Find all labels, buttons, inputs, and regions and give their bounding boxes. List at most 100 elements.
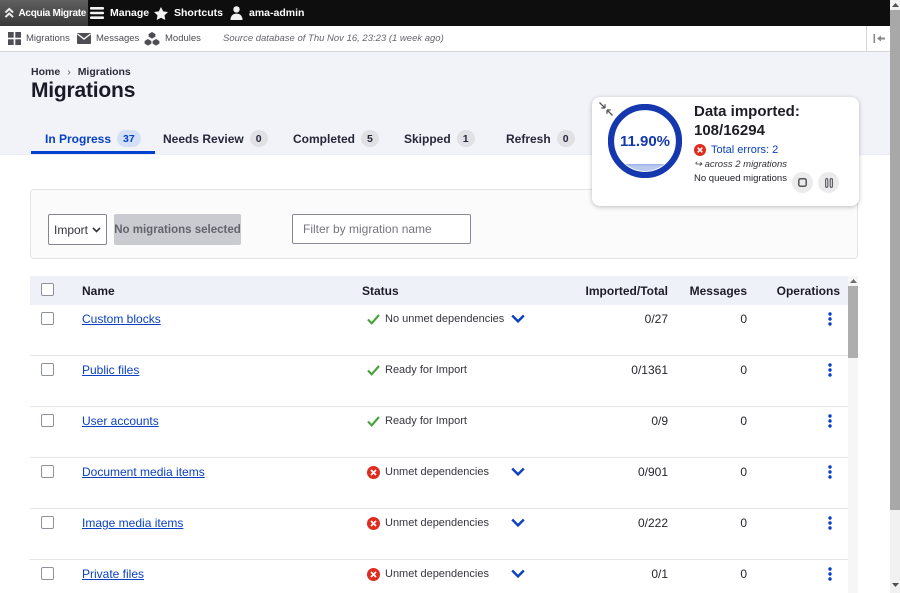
status-cell: Ready for Import	[367, 412, 467, 430]
operations-kebab-button[interactable]	[823, 565, 837, 583]
select-all-checkbox[interactable]	[41, 283, 54, 296]
kebab-icon	[828, 363, 832, 377]
status-expand-toggle[interactable]	[511, 518, 525, 527]
operations-kebab-button[interactable]	[823, 412, 837, 430]
across-migrations-label: across 2 migrations	[705, 159, 787, 170]
tab-in-progress[interactable]: In Progress 37	[31, 123, 155, 154]
chevron-down-icon	[511, 569, 525, 578]
status-cell: Unmet dependencies	[367, 463, 489, 481]
migration-name-link[interactable]: Private files	[82, 567, 144, 581]
table-row: Document media items Unmet dependencies …	[30, 458, 848, 509]
page-title: Migrations	[31, 78, 135, 104]
messages-cell: 0	[740, 465, 747, 479]
table-scrollbar[interactable]	[848, 276, 858, 593]
data-imported-line2: 108/16294	[694, 121, 800, 140]
page-scrollbar[interactable]	[890, 0, 900, 593]
data-imported-title: Data imported: 108/16294	[694, 102, 800, 140]
page-scrollbar-thumb[interactable]	[890, 10, 900, 510]
brand-label: Acquia Migrate	[19, 8, 86, 19]
toolbar-item-manage[interactable]: Manage	[90, 0, 149, 26]
row-checkbox[interactable]	[41, 312, 54, 325]
status-label: Unmet dependencies	[385, 568, 489, 580]
total-errors-link[interactable]: Total errors: 2	[711, 144, 778, 156]
operations-kebab-button[interactable]	[823, 463, 837, 481]
stop-button[interactable]	[792, 172, 813, 193]
toolbar-item-modules[interactable]: Modules	[144, 26, 201, 51]
migration-name-link[interactable]: Document media items	[82, 465, 205, 479]
toolbar-item-shortcuts[interactable]: Shortcuts	[154, 0, 223, 26]
across-migrations-note: ↪ across 2 migrations	[694, 159, 800, 170]
row-checkbox[interactable]	[41, 567, 54, 580]
tab-completed[interactable]: Completed 5	[279, 123, 393, 154]
status-expand-toggle[interactable]	[511, 314, 525, 323]
error-icon	[367, 568, 380, 581]
toolbar-item-label: Messages	[96, 33, 139, 44]
toolbar-item-label: ama-admin	[249, 7, 304, 19]
row-checkbox[interactable]	[41, 363, 54, 376]
migration-filter-input[interactable]	[292, 214, 471, 244]
row-checkbox[interactable]	[41, 465, 54, 478]
toolbar-item-user[interactable]: ama-admin	[230, 0, 304, 26]
user-icon	[230, 6, 243, 20]
migration-name-link[interactable]: Image media items	[82, 516, 183, 530]
tab-label: Completed	[293, 132, 355, 146]
pause-button[interactable]	[818, 172, 839, 193]
tab-label: Needs Review	[163, 132, 244, 146]
import-button[interactable]: Import	[48, 214, 107, 245]
status-label: Unmet dependencies	[385, 517, 489, 529]
status-label: Ready for Import	[385, 415, 467, 427]
migration-name-cell: User accounts	[82, 414, 159, 428]
breadcrumb-current: Migrations	[78, 66, 131, 78]
error-icon	[694, 144, 706, 156]
toolbar-item-label: Shortcuts	[174, 7, 223, 19]
row-checkbox[interactable]	[41, 516, 54, 529]
migration-name-link[interactable]: Custom blocks	[82, 312, 161, 326]
toolbar-item-messages[interactable]: Messages	[77, 26, 139, 51]
imported-total-cell: 0/222	[638, 516, 668, 530]
toolbar-orientation-toggle[interactable]	[866, 26, 890, 51]
table-row: User accounts Ready for Import 0/9 0	[30, 407, 848, 458]
breadcrumb-home-link[interactable]: Home	[31, 66, 60, 78]
orientation-icon	[873, 34, 885, 43]
migration-name-cell: Document media items	[82, 465, 205, 479]
secondary-toolbar: Migrations Messages Modules Source datab…	[0, 26, 890, 52]
execution-controls	[792, 172, 839, 193]
brand-home-button[interactable]: Acquia Migrate	[0, 0, 88, 26]
tab-count-badge: 37	[117, 130, 141, 147]
mail-icon	[77, 33, 91, 44]
tab-needs-review[interactable]: Needs Review 0	[149, 123, 282, 154]
column-header-name: Name	[82, 284, 115, 298]
column-header-imported: Imported/Total	[586, 284, 668, 298]
messages-cell: 0	[740, 312, 747, 326]
toolbar-item-migrations[interactable]: Migrations	[8, 26, 70, 51]
scroll-down-arrow-icon[interactable]	[890, 580, 900, 590]
operations-kebab-button[interactable]	[823, 310, 837, 328]
no-migrations-selected-button[interactable]: No migrations selected	[114, 214, 241, 245]
table-scrollbar-thumb[interactable]	[848, 286, 858, 358]
imported-total-cell: 0/27	[645, 312, 668, 326]
tab-label: In Progress	[45, 132, 111, 146]
chevron-down-icon	[511, 467, 525, 476]
status-expand-toggle[interactable]	[511, 467, 525, 476]
tab-refresh[interactable]: Refresh 0	[492, 123, 589, 154]
status-expand-toggle[interactable]	[511, 569, 525, 578]
tab-skipped[interactable]: Skipped 1	[390, 123, 489, 154]
migration-name-link[interactable]: User accounts	[82, 414, 159, 428]
operations-kebab-button[interactable]	[823, 514, 837, 532]
modules-icon	[144, 32, 160, 46]
scroll-up-arrow-icon[interactable]	[890, 0, 900, 10]
migration-name-link[interactable]: Public files	[82, 363, 139, 377]
grid-icon	[8, 32, 21, 45]
data-imported-line1: Data imported:	[694, 102, 800, 121]
kebab-icon	[828, 567, 832, 581]
migration-name-cell: Image media items	[82, 516, 183, 530]
operations-kebab-button[interactable]	[823, 361, 837, 379]
toolbar-item-label: Manage	[110, 7, 149, 19]
table-rows: Custom blocks No unmet dependencies 0/27…	[30, 305, 848, 593]
table-row: Custom blocks No unmet dependencies 0/27…	[30, 305, 848, 356]
error-icon	[367, 466, 380, 479]
chevron-down-icon	[511, 314, 525, 323]
scroll-up-arrow-icon[interactable]	[848, 276, 858, 286]
row-checkbox[interactable]	[41, 414, 54, 427]
migration-name-cell: Private files	[82, 567, 144, 581]
